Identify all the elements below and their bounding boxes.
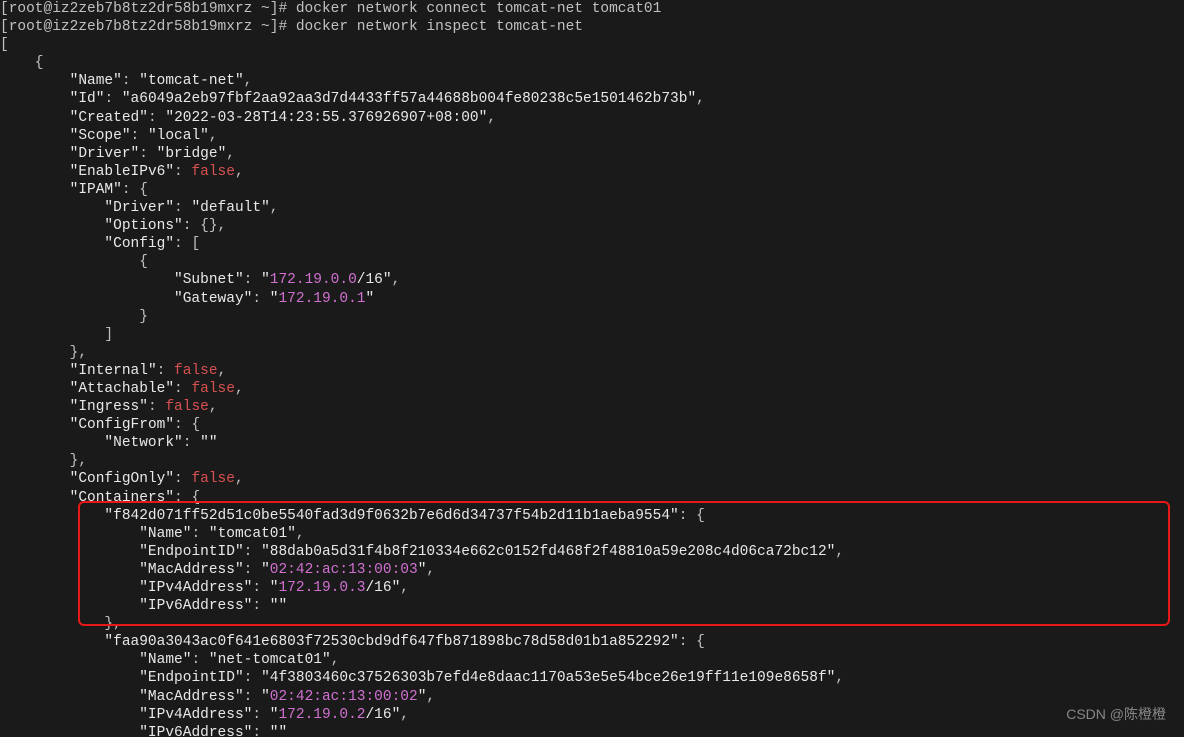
container1-mac: 02:42:ac:13:00:03 [270,562,418,578]
network-scope: local [157,128,201,144]
prompt-1-userhost: [root@iz2zeb7b8tz2dr58b19mxrz ~]# [0,1,287,17]
prompt-2-cmd: docker network inspect tomcat-net [287,19,583,35]
container1-name: tomcat01 [218,526,288,542]
container1-endpoint: 88dab0a5d31f4b8f210334e662c0152fd468f2f4… [270,544,827,560]
prompt-1-cmd: docker network connect tomcat-net tomcat… [287,1,661,17]
container2-endpoint: 4f3803460c37526303b7efd4e8daac1170a53e5e… [270,670,827,686]
container2-ipv4-suffix: /16 [365,707,391,723]
enable-ipv6: false [191,164,235,180]
attachable: false [191,381,235,397]
internal: false [174,363,218,379]
network-id: a6049a2eb97fbf2aa92aa3d7d4433ff57a44688b… [131,91,688,107]
container1-key: f842d071ff52d51c0be5540fad3d9f0632b7e6d6… [113,508,670,524]
ipam-subnet-ip: 172.19.0.0 [270,272,357,288]
ipam-driver: default [200,200,261,216]
prompt-2-userhost: [root@iz2zeb7b8tz2dr58b19mxrz ~]# [0,19,287,35]
network-driver: bridge [165,146,217,162]
network-name: tomcat-net [148,73,235,89]
container2-name: net-tomcat01 [218,652,322,668]
container2-ipv4-ip: 172.19.0.2 [278,707,365,723]
ingress: false [165,399,209,415]
network-created: 2022-03-28T14:23:55.376926907+08:00 [174,110,479,126]
container1-ipv4-ip: 172.19.0.3 [278,580,365,596]
configonly: false [191,471,235,487]
container2-mac: 02:42:ac:13:00:02 [270,689,418,705]
watermark: CSDN @陈橙橙 [1066,705,1166,723]
ipam-gateway: 172.19.0.1 [278,291,365,307]
container2-key: faa90a3043ac0f641e6803f72530cbd9df647fb8… [113,634,670,650]
container1-ipv4-suffix: /16 [365,580,391,596]
ipam-subnet-suffix: /16 [357,272,383,288]
terminal-output: [root@iz2zeb7b8tz2dr58b19mxrz ~]# docker… [0,0,1184,737]
